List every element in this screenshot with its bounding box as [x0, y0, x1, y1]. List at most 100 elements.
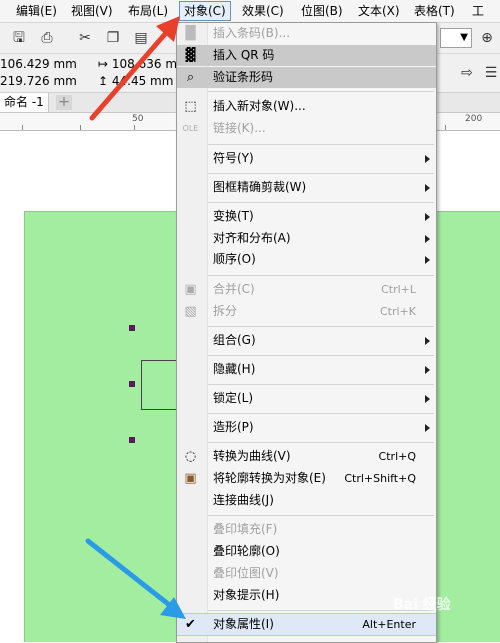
submenu-arrow-icon [425, 424, 430, 432]
submenu-arrow-icon [425, 337, 430, 345]
menu-item-label: 插入 QR 码 [213, 48, 275, 62]
menu-separator [208, 326, 434, 327]
menu-item-overprint-fill[interactable]: 叠印填充(F) [177, 519, 436, 540]
menu-item-label: 顺序(O) [213, 252, 256, 266]
save-icon[interactable]: 🖫 [10, 29, 28, 47]
menu-item-lock[interactable]: 锁定(L) [177, 388, 436, 409]
convert-curves-icon: ◌ [184, 449, 197, 464]
menu-edit[interactable]: 编辑(E) [12, 2, 61, 20]
submenu-arrow-icon [425, 213, 430, 221]
menu-separator [208, 173, 434, 174]
chevron-down-icon: ▼ [460, 32, 468, 43]
break-apart-icon: ▧ [184, 304, 197, 319]
menu-item-powerclip[interactable]: 图框精确剪裁(W) [177, 177, 436, 198]
menu-item-label: 叠印轮廓(O) [213, 544, 280, 558]
menu-separator [208, 413, 434, 414]
menu-item-label: 隐藏(H) [213, 362, 256, 376]
menu-item-links[interactable]: OLE 链接(K)... [177, 118, 436, 139]
wrap-icon[interactable]: ☰ [482, 64, 500, 82]
menu-item-label: 图框精确剪裁(W) [213, 180, 307, 194]
menu-item-label: 叠印填充(F) [213, 522, 278, 536]
arrow-shape-icon[interactable]: ⇨ [458, 64, 476, 82]
menu-item-label: 叠印位图(V) [213, 566, 279, 580]
menu-separator [208, 355, 434, 356]
menu-item-label: 插入条码(B)... [213, 26, 291, 40]
menu-separator [208, 275, 434, 276]
selection-handle[interactable] [129, 381, 135, 387]
menu-item-combine[interactable]: ▣ 合并(C) Ctrl+L [177, 279, 436, 300]
watermark: Bai 经验 [393, 594, 451, 614]
menu-item-label: 插入新对象(W)... [213, 99, 306, 113]
menu-separator [208, 442, 434, 443]
menu-item-group[interactable]: 组合(G) [177, 330, 436, 351]
menu-item-next-partial[interactable] [177, 636, 436, 642]
menu-item-insert-barcode[interactable]: █ 插入条码(B)... [177, 23, 436, 44]
menu-item-outline-to-object[interactable]: ▣ 将轮廓转换为对象(E) Ctrl+Shift+Q [177, 468, 436, 489]
menu-item-label: 对齐和分布(A) [213, 231, 291, 245]
submenu-arrow-icon [425, 155, 430, 163]
menu-separator [208, 515, 434, 516]
menu-item-convert-to-curves[interactable]: ◌ 转换为曲线(V) Ctrl+Q [177, 446, 436, 467]
menu-item-join-curves[interactable]: 连接曲线(J) [177, 490, 436, 511]
menu-item-overprint-bitmap[interactable]: 叠印位图(V) [177, 563, 436, 584]
red-arrow-shaft [89, 23, 175, 121]
ruler-tick [445, 125, 446, 130]
menu-bitmaps[interactable]: 位图(B) [297, 2, 347, 20]
menu-item-label: 合并(C) [213, 282, 255, 296]
document-tab[interactable]: 命名 -1 [0, 93, 49, 112]
menu-item-shortcut: Ctrl+Shift+Q [344, 472, 416, 485]
menu-separator [208, 202, 434, 203]
menu-item-label: 拆分 [213, 304, 238, 318]
submenu-arrow-icon [425, 366, 430, 374]
menu-separator [208, 144, 434, 145]
selection-handle[interactable] [129, 325, 135, 331]
menu-effects[interactable]: 效果(C) [238, 2, 288, 20]
submenu-arrow-icon [425, 395, 430, 403]
menu-item-shortcut: Ctrl+Q [378, 450, 416, 463]
menu-item-insert-new-object[interactable]: ⬚ 插入新对象(W)... [177, 96, 436, 117]
menu-item-label: 转换为曲线(V) [213, 449, 291, 463]
menu-text[interactable]: 文本(X) [354, 2, 404, 20]
ruler-label: 200 [465, 114, 483, 124]
menu-tools[interactable]: 工 [468, 2, 488, 20]
menu-item-validate-barcode[interactable]: ⌕ 验证条形码 [177, 67, 436, 88]
ruler-tick [22, 125, 23, 130]
menu-item-align-distribute[interactable]: 对齐和分布(A) [177, 228, 436, 249]
combine-icon: ▣ [184, 282, 197, 297]
menu-item-transformations[interactable]: 变换(T) [177, 206, 436, 227]
blue-arrow-shaft [85, 538, 175, 610]
blue-annotation-arrow [85, 538, 186, 619]
x-position-field[interactable]: 106.429 mm [0, 57, 77, 71]
menubar: 编辑(E) 视图(V) 布局(L) 对象(C) 效果(C) 位图(B) 文本(X… [0, 0, 500, 23]
menu-item-label: 符号(Y) [213, 151, 254, 165]
menu-item-label: 对象提示(H) [213, 588, 280, 602]
menu-item-break-apart[interactable]: ▧ 拆分 Ctrl+K [177, 301, 436, 322]
submenu-arrow-icon [425, 235, 430, 243]
menu-separator [208, 91, 434, 92]
menu-item-label: 组合(G) [213, 333, 256, 347]
submenu-arrow-icon [425, 184, 430, 192]
add-tab-button[interactable]: + [56, 95, 72, 110]
menu-item-overprint-outline[interactable]: 叠印轮廓(O) [177, 541, 436, 562]
snap-icon[interactable]: ⊕ [478, 29, 496, 47]
menu-item-label: 将轮廓转换为对象(E) [213, 471, 326, 485]
menu-item-symbol[interactable]: 符号(Y) [177, 148, 436, 169]
zoom-combo[interactable]: ▼ [440, 28, 472, 48]
y-position-field[interactable]: 219.726 mm [0, 74, 77, 88]
menu-item-label: 锁定(L) [213, 391, 254, 405]
menu-table[interactable]: 表格(T) [410, 2, 459, 20]
watermark-text: Bai 经验 [393, 597, 451, 613]
submenu-arrow-icon [425, 256, 430, 264]
red-annotation-arrow [89, 16, 180, 121]
print-icon[interactable]: ⎙ [38, 29, 56, 47]
menu-item-order[interactable]: 顺序(O) [177, 249, 436, 270]
menu-item-shortcut: Ctrl+K [379, 305, 416, 318]
menu-item-hide[interactable]: 隐藏(H) [177, 359, 436, 380]
selection-handle[interactable] [129, 437, 135, 443]
menu-item-object-properties[interactable]: ✔ 对象属性(I) Alt+Enter [177, 613, 436, 636]
menu-item-label: 对象属性(I) [213, 617, 274, 631]
menu-item-insert-qr-code[interactable]: ▓ 插入 QR 码 [177, 45, 436, 66]
menu-item-label: 变换(T) [213, 209, 254, 223]
menu-item-shaping[interactable]: 造形(P) [177, 417, 436, 438]
menu-item-shortcut: Alt+Enter [362, 618, 416, 631]
